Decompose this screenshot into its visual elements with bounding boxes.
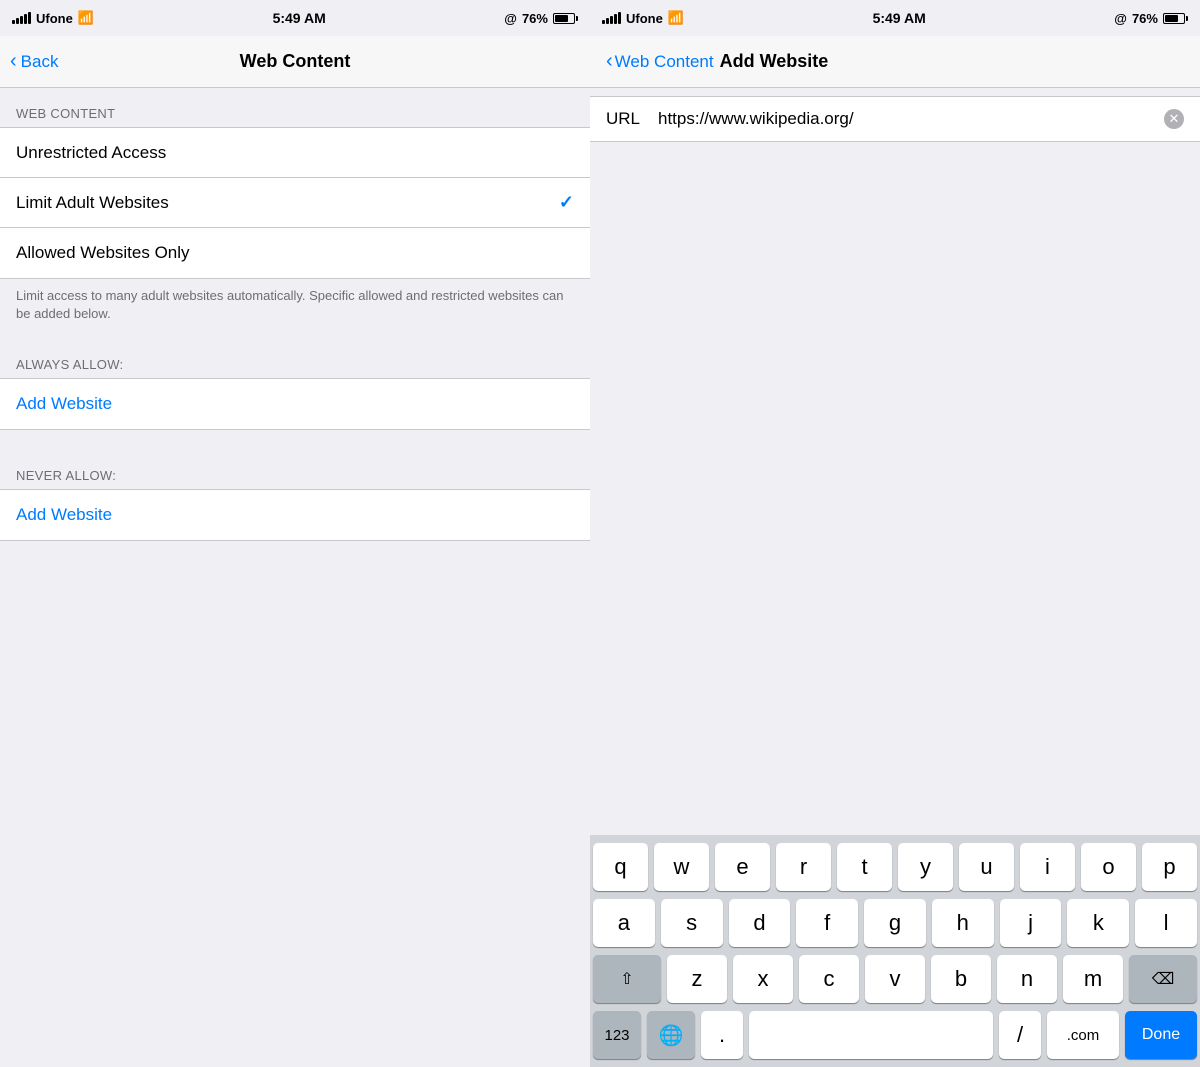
key-o[interactable]: o — [1081, 843, 1136, 891]
page-title: Web Content — [240, 51, 351, 72]
key-p[interactable]: p — [1142, 843, 1197, 891]
battery-icon — [553, 13, 578, 24]
allowed-websites-item[interactable]: Allowed Websites Only — [0, 228, 590, 278]
right-panel: Ufone 📶 5:49 AM @ 76% ‹ Web Content Add … — [590, 0, 1200, 1067]
key-z[interactable]: z — [667, 955, 727, 1003]
right-back-label: Web Content — [615, 52, 714, 72]
key-y[interactable]: y — [898, 843, 953, 891]
keyboard-row-3: ⇧ z x c v b n m ⌫ — [593, 955, 1197, 1003]
limit-adult-item[interactable]: Limit Adult Websites ✓ — [0, 178, 590, 228]
right-empty-area — [590, 142, 1200, 835]
right-battery-icon — [1163, 13, 1188, 24]
left-status-right: @ 76% — [504, 11, 578, 26]
never-allow-header: NEVER ALLOW: — [0, 450, 590, 489]
url-input[interactable] — [658, 109, 1156, 129]
right-carrier-name: Ufone — [626, 11, 663, 26]
slash-key[interactable]: / — [999, 1011, 1041, 1059]
unrestricted-access-item[interactable]: Unrestricted Access — [0, 128, 590, 178]
left-time: 5:49 AM — [273, 10, 326, 26]
always-allow-add-label: Add Website — [16, 394, 112, 414]
back-button[interactable]: ‹ Back — [10, 52, 58, 72]
space-key[interactable] — [749, 1011, 993, 1059]
checkmark-icon: ✓ — [559, 192, 574, 213]
key-x[interactable]: x — [733, 955, 793, 1003]
left-nav-bar: ‹ Back Web Content — [0, 36, 590, 88]
done-key[interactable]: Done — [1125, 1011, 1197, 1059]
key-w[interactable]: w — [654, 843, 709, 891]
always-allow-header: ALWAYS ALLOW: — [0, 339, 590, 378]
right-time: 5:49 AM — [873, 10, 926, 26]
key-u[interactable]: u — [959, 843, 1014, 891]
unrestricted-access-label: Unrestricted Access — [16, 143, 166, 163]
web-content-footer: Limit access to many adult websites auto… — [0, 279, 590, 339]
key-b[interactable]: b — [931, 955, 991, 1003]
left-panel: Ufone 📶 5:49 AM @ 76% ‹ Back Web Content… — [0, 0, 590, 1067]
url-label: URL — [606, 109, 646, 129]
globe-key[interactable]: 🌐 — [647, 1011, 695, 1059]
key-j[interactable]: j — [1000, 899, 1062, 947]
right-signal-icon — [602, 12, 621, 24]
always-allow-add-website[interactable]: Add Website — [0, 379, 590, 429]
key-a[interactable]: a — [593, 899, 655, 947]
wifi-icon: 📶 — [78, 10, 94, 26]
right-status-bar: Ufone 📶 5:49 AM @ 76% — [590, 0, 1200, 36]
keyboard: q w e r t y u i o p a s d f g h j k l ⇧ … — [590, 835, 1200, 1067]
right-at-icon: @ — [1114, 11, 1127, 26]
clear-button[interactable]: ✕ — [1164, 109, 1184, 129]
at-icon: @ — [504, 11, 517, 26]
dotcom-key[interactable]: .com — [1047, 1011, 1119, 1059]
never-allow-add-label: Add Website — [16, 505, 112, 525]
right-back-button[interactable]: ‹ Web Content — [606, 52, 714, 72]
battery-percent: 76% — [522, 11, 548, 26]
key-m[interactable]: m — [1063, 955, 1123, 1003]
left-status-left: Ufone 📶 — [12, 10, 94, 26]
always-allow-section: Add Website — [0, 378, 590, 430]
key-t[interactable]: t — [837, 843, 892, 891]
key-d[interactable]: d — [729, 899, 791, 947]
key-n[interactable]: n — [997, 955, 1057, 1003]
right-status-left: Ufone 📶 — [602, 10, 684, 26]
web-content-section-header: WEB CONTENT — [0, 88, 590, 127]
key-h[interactable]: h — [932, 899, 994, 947]
right-status-right: @ 76% — [1114, 11, 1188, 26]
right-page-title: Add Website — [720, 51, 829, 72]
numbers-key[interactable]: 123 — [593, 1011, 641, 1059]
url-input-wrapper: ✕ — [658, 109, 1184, 129]
key-i[interactable]: i — [1020, 843, 1075, 891]
key-f[interactable]: f — [796, 899, 858, 947]
right-wifi-icon: 📶 — [668, 10, 684, 26]
key-c[interactable]: c — [799, 955, 859, 1003]
shift-key[interactable]: ⇧ — [593, 955, 661, 1003]
web-content-options: Unrestricted Access Limit Adult Websites… — [0, 127, 590, 279]
key-l[interactable]: l — [1135, 899, 1197, 947]
right-battery-percent: 76% — [1132, 11, 1158, 26]
key-s[interactable]: s — [661, 899, 723, 947]
right-nav-bar: ‹ Web Content Add Website — [590, 36, 1200, 88]
never-allow-add-website[interactable]: Add Website — [0, 490, 590, 540]
limit-adult-label: Limit Adult Websites — [16, 193, 169, 213]
back-label: Back — [21, 52, 59, 72]
key-q[interactable]: q — [593, 843, 648, 891]
key-k[interactable]: k — [1067, 899, 1129, 947]
dot-key[interactable]: . — [701, 1011, 743, 1059]
never-allow-section: Add Website — [0, 489, 590, 541]
keyboard-row-1: q w e r t y u i o p — [593, 843, 1197, 891]
keyboard-bottom-row: 123 🌐 . / .com Done — [593, 1011, 1197, 1059]
signal-icon — [12, 12, 31, 24]
right-chevron-left-icon: ‹ — [606, 51, 613, 71]
url-row: URL ✕ — [590, 96, 1200, 142]
left-content: WEB CONTENT Unrestricted Access Limit Ad… — [0, 88, 590, 1067]
allowed-websites-label: Allowed Websites Only — [16, 243, 190, 263]
key-g[interactable]: g — [864, 899, 926, 947]
carrier-name: Ufone — [36, 11, 73, 26]
chevron-left-icon: ‹ — [10, 51, 17, 71]
key-r[interactable]: r — [776, 843, 831, 891]
keyboard-row-2: a s d f g h j k l — [593, 899, 1197, 947]
delete-key[interactable]: ⌫ — [1129, 955, 1197, 1003]
left-status-bar: Ufone 📶 5:49 AM @ 76% — [0, 0, 590, 36]
key-e[interactable]: e — [715, 843, 770, 891]
key-v[interactable]: v — [865, 955, 925, 1003]
